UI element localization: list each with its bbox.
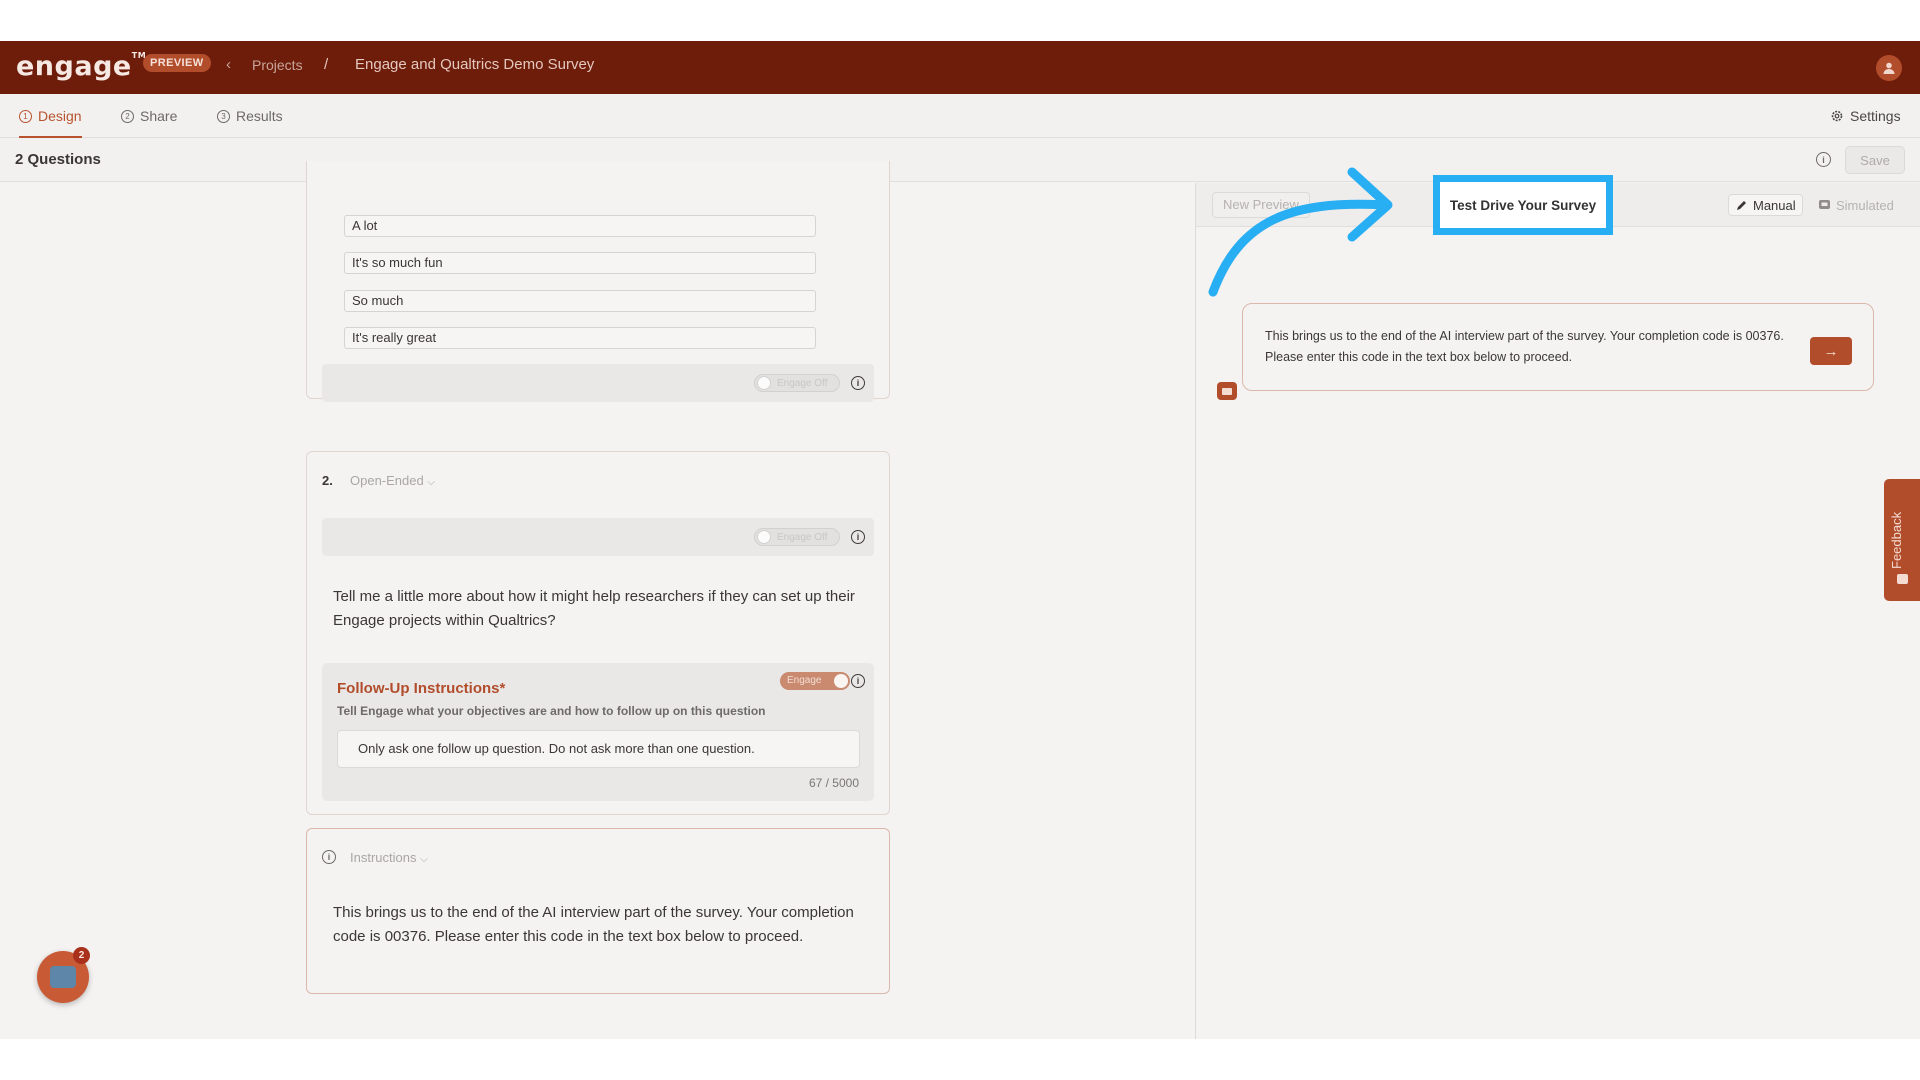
toggle-knob xyxy=(834,674,848,688)
feedback-label: Feedback xyxy=(1889,511,1904,569)
chat-icon xyxy=(1819,199,1830,209)
answer-option[interactable]: It's so much fun xyxy=(344,252,816,274)
app-window: engageTM PREVIEW ‹ Projects / Engage and… xyxy=(0,41,1920,1039)
engage-settings-row: Engage Off i xyxy=(322,518,874,556)
toggle-knob xyxy=(757,376,771,390)
preview-badge: PREVIEW xyxy=(143,54,211,72)
preview-chat-message: This brings us to the end of the AI inte… xyxy=(1242,303,1874,391)
answer-option[interactable]: A lot xyxy=(344,215,816,237)
manual-mode-button[interactable]: Manual xyxy=(1728,194,1803,216)
logo-text: engage xyxy=(16,51,132,82)
question-text[interactable]: Tell me a little more about how it might… xyxy=(333,585,863,633)
project-title: Engage and Qualtrics Demo Survey xyxy=(355,56,595,73)
tab-label: Results xyxy=(236,108,283,124)
info-icon[interactable]: i xyxy=(851,674,865,688)
engage-toggle[interactable]: Engage Off xyxy=(754,374,840,392)
settings-button[interactable]: Settings xyxy=(1830,94,1901,138)
tab-bar: 1 Design 2 Share 3 Results Settings xyxy=(0,94,1920,138)
breadcrumb-separator: / xyxy=(324,56,329,73)
simulated-mode-button[interactable]: Simulated xyxy=(1812,194,1900,216)
question-number: 2. xyxy=(322,473,333,488)
question-card-2: 2. Open-Ended ⌵ Engage Off i Tell me a l… xyxy=(306,451,890,815)
instructions-type-label: Instructions xyxy=(350,850,417,865)
questions-subheader: 2 Questions i Save xyxy=(0,138,1920,182)
info-icon[interactable]: i xyxy=(851,376,865,390)
bot-chat-icon xyxy=(1217,382,1237,400)
gear-icon xyxy=(1831,110,1843,122)
simulated-label: Simulated xyxy=(1836,197,1894,213)
followup-instructions-input[interactable]: Only ask one follow up question. Do not … xyxy=(337,730,860,768)
feedback-tab[interactable]: Feedback xyxy=(1884,479,1920,601)
question-type-label: Open-Ended xyxy=(350,473,424,488)
panel-divider xyxy=(1195,183,1196,1039)
tab-label: Share xyxy=(140,108,178,124)
chevron-left-icon[interactable]: ‹ xyxy=(226,56,231,73)
tab-share[interactable]: 2 Share xyxy=(121,94,177,138)
info-icon[interactable]: i xyxy=(851,530,865,544)
step-number-icon: 1 xyxy=(19,109,32,123)
engage-logo[interactable]: engageTM xyxy=(16,51,146,82)
manual-label: Manual xyxy=(1753,197,1796,213)
tab-results[interactable]: 3 Results xyxy=(217,94,283,138)
pencil-icon xyxy=(1737,200,1746,210)
tab-design[interactable]: 1 Design xyxy=(19,94,82,138)
chat-launcher-icon xyxy=(50,966,76,988)
chevron-down-icon: ⌵ xyxy=(427,477,435,488)
arrow-right-icon[interactable]: → xyxy=(1810,337,1852,365)
toggle-label: Engage Off xyxy=(777,378,828,389)
chat-message-text: This brings us to the end of the AI inte… xyxy=(1265,329,1784,364)
toggle-label: Engage xyxy=(787,675,822,686)
user-icon xyxy=(1883,62,1895,74)
tutorial-callout: Test Drive Your Survey xyxy=(1433,175,1613,235)
engage-toggle[interactable]: Engage Off xyxy=(754,528,840,546)
step-number-icon: 3 xyxy=(217,109,230,123)
settings-label: Settings xyxy=(1850,108,1901,124)
tutorial-arrow-icon xyxy=(1208,167,1393,297)
instructions-type-select[interactable]: Instructions ⌵ xyxy=(350,850,428,865)
toggle-label: Engage Off xyxy=(777,532,828,543)
engage-settings-row: Engage Off i xyxy=(322,364,874,402)
question-count: 2 Questions xyxy=(15,151,101,168)
step-number-icon: 2 xyxy=(121,109,134,123)
info-icon: i xyxy=(322,850,336,864)
tutorial-callout-text: Test Drive Your Survey xyxy=(1449,197,1597,213)
save-button[interactable]: Save xyxy=(1845,146,1905,174)
followup-engage-toggle[interactable]: Engage xyxy=(780,672,850,690)
answer-option[interactable]: So much xyxy=(344,290,816,312)
question-type-select[interactable]: Open-Ended ⌵ xyxy=(350,473,435,488)
breadcrumb-projects[interactable]: Projects xyxy=(252,57,303,73)
question-card-1: A lot It's so much fun So much It's real… xyxy=(306,161,890,402)
chevron-down-icon: ⌵ xyxy=(420,854,428,865)
followup-instructions-panel: Follow-Up Instructions* Tell Engage what… xyxy=(322,663,874,801)
followup-subtitle: Tell Engage what your objectives are and… xyxy=(337,704,766,718)
instructions-text[interactable]: This brings us to the end of the AI inte… xyxy=(333,901,863,949)
toggle-knob xyxy=(757,530,771,544)
screen: engageTM PREVIEW ‹ Projects / Engage and… xyxy=(0,0,1920,1080)
tab-label: Design xyxy=(38,108,82,124)
notification-badge: 2 xyxy=(73,947,90,964)
feedback-icon xyxy=(1897,574,1908,584)
info-icon[interactable]: i xyxy=(1816,152,1831,167)
top-header: engageTM PREVIEW ‹ Projects / Engage and… xyxy=(0,41,1920,94)
user-avatar[interactable] xyxy=(1876,55,1902,81)
instructions-card: i Instructions ⌵ This brings us to the e… xyxy=(306,828,890,994)
answer-option[interactable]: It's really great xyxy=(344,327,816,349)
character-count: 67 / 5000 xyxy=(808,776,859,790)
followup-title: Follow-Up Instructions* xyxy=(337,680,506,697)
